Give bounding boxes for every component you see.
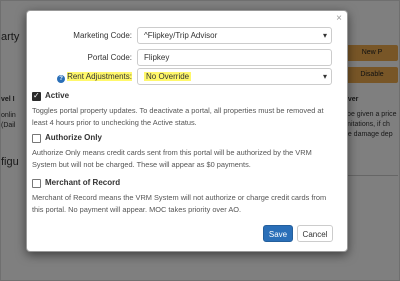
- merchant-of-record-checkbox[interactable]: [32, 179, 41, 188]
- merchant-of-record-description: Merchant of Record means the VRM System …: [32, 193, 327, 214]
- chevron-down-icon: ▾: [322, 31, 327, 40]
- portal-code-value: Flipkey: [144, 53, 170, 62]
- portal-code-input[interactable]: Flipkey: [137, 49, 332, 66]
- save-button[interactable]: Save: [263, 225, 293, 242]
- marketing-code-row: Marketing Code: ^Flipkey/Trip Advisor ▾: [27, 27, 347, 45]
- authorize-only-label[interactable]: Authorize Only: [45, 133, 102, 142]
- rent-adjustments-label: Rent Adjustments:: [67, 72, 132, 81]
- marketing-code-value: ^Flipkey/Trip Advisor: [144, 31, 218, 40]
- active-checkbox[interactable]: [32, 91, 41, 101]
- rent-adjustments-row: ? Rent Adjustments: No Override ▾: [27, 68, 347, 86]
- merchant-of-record-label[interactable]: Merchant of Record: [45, 178, 120, 187]
- active-label[interactable]: Active: [45, 91, 69, 100]
- portal-code-label: Portal Code:: [87, 53, 132, 62]
- marketing-code-label: Marketing Code:: [73, 31, 132, 40]
- authorize-only-description: Authorize Only means credit cards sent f…: [32, 148, 312, 169]
- authorize-only-checkbox[interactable]: [32, 134, 41, 143]
- rent-adjustments-value: No Override: [144, 72, 192, 81]
- rent-adjustments-select[interactable]: No Override ▾: [137, 68, 332, 85]
- active-description: Toggles portal property updates. To deac…: [32, 106, 324, 127]
- rent-adjustments-label-group: ? Rent Adjustments:: [57, 72, 132, 83]
- close-icon[interactable]: ×: [336, 13, 342, 24]
- cancel-button[interactable]: Cancel: [297, 225, 333, 242]
- portal-settings-modal: × Marketing Code: ^Flipkey/Trip Advisor …: [26, 10, 348, 252]
- question-circle-icon[interactable]: ?: [57, 75, 66, 83]
- chevron-down-icon: ▾: [322, 72, 327, 81]
- marketing-code-select[interactable]: ^Flipkey/Trip Advisor ▾: [137, 27, 332, 44]
- portal-code-row: Portal Code: Flipkey: [27, 49, 347, 67]
